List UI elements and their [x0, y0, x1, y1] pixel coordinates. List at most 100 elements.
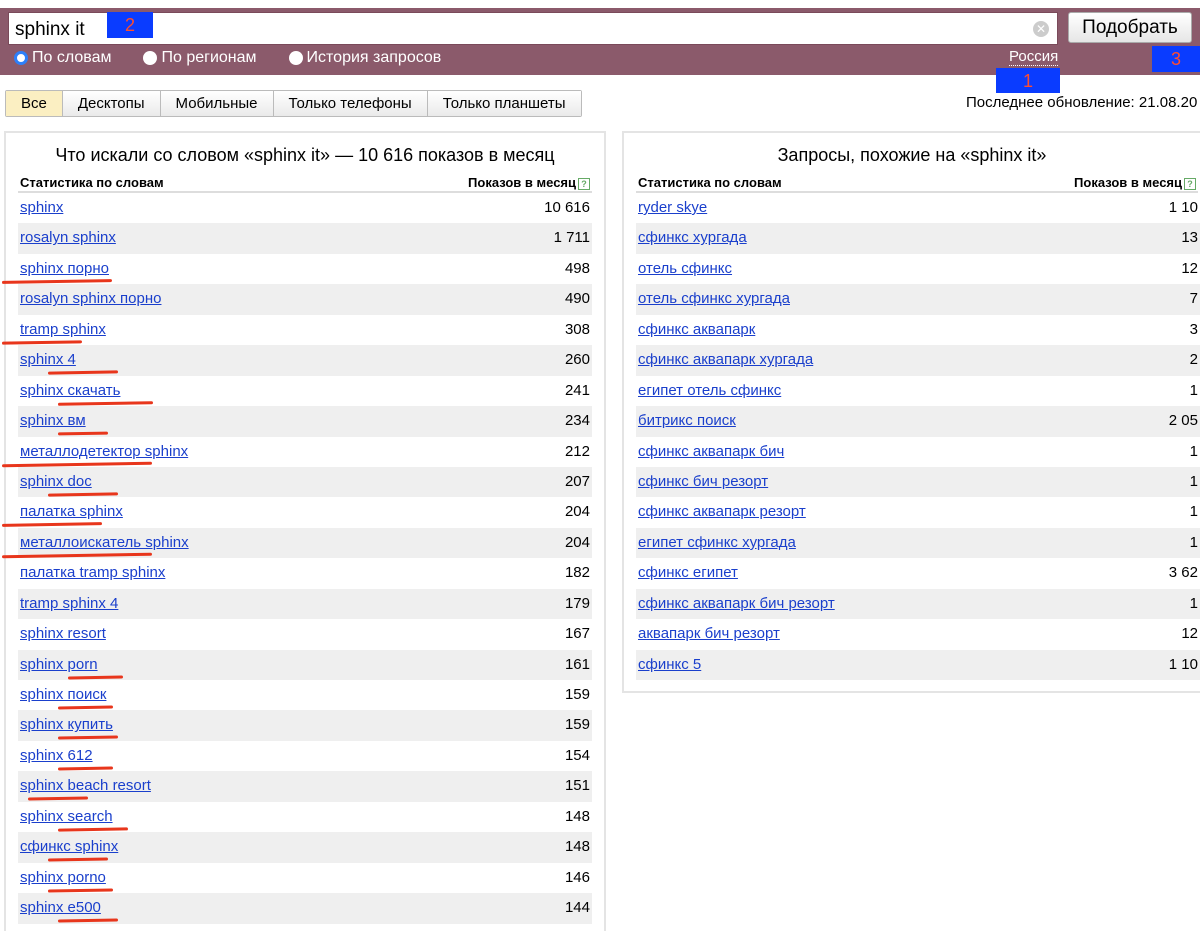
clear-icon[interactable]: ✕ [1033, 21, 1049, 37]
annotation-underline [47, 492, 119, 497]
table-row: сфинкс хургада 13 [636, 223, 1200, 254]
table-row: sphinx вм 234 [18, 406, 592, 437]
query-link[interactable]: ryder skye [636, 193, 707, 223]
query-link[interactable]: сфинкс аквапарк хургада [636, 345, 813, 375]
query-link[interactable]: палатка tramp sphinx [18, 558, 165, 588]
table-row: sphinx porn 161 [18, 649, 592, 680]
region-link[interactable]: Россия [1009, 48, 1059, 66]
table-row: sphinx 10 616 [18, 193, 592, 223]
table-row: сфинкс sphinx 148 [18, 832, 592, 863]
table-row: битрикс поиск 2 05 [636, 406, 1200, 437]
radio-label: История запросов [306, 49, 442, 66]
tab-phones[interactable]: Только телефоны [272, 91, 427, 116]
impressions-value: 144 [564, 899, 590, 917]
table-row: сфинкс аквапарк резорт 1 [636, 497, 1200, 527]
query-link[interactable]: rosalyn sphinx [18, 223, 116, 253]
radio-icon [288, 51, 303, 65]
table-body: sphinx 10 616 rosalyn sphinx 1 711 sphinx по… [1, 193, 592, 924]
table-row: сфинкс аквапарк бич 1 [636, 437, 1200, 467]
impressions-value: 154 [564, 746, 590, 764]
impressions-value: 1 [1189, 533, 1198, 551]
query-link[interactable]: сфинкс хургада [636, 223, 747, 253]
query-link[interactable]: сфинкс аквапарк резорт [636, 497, 806, 527]
annotation-underline [67, 675, 124, 680]
table-row: сфинкс 5 1 10 [636, 649, 1200, 680]
impressions-value: 1 [1189, 472, 1198, 490]
query-link[interactable]: египет отель сфинкс [636, 376, 781, 406]
table-row: sphinx скачать 241 [18, 376, 592, 406]
impressions-value: 204 [564, 533, 590, 551]
impressions-value: 148 [564, 838, 590, 856]
impressions-value: 308 [564, 320, 590, 338]
table-row: sphinx doc 207 [18, 466, 592, 498]
impressions-value: 10 616 [544, 199, 590, 216]
query-link[interactable]: отель сфинкс хургада [636, 284, 790, 314]
impressions-value: 234 [564, 412, 590, 430]
tab-desktops[interactable]: Десктопы [61, 91, 160, 116]
impressions-value: 212 [564, 442, 590, 460]
table-row: sphinx porno 146 [18, 863, 592, 893]
impressions-value: 204 [564, 503, 590, 521]
table-header: Статистика по словам Показов в месяц? [636, 175, 1198, 193]
device-tabs: Все Десктопы Мобильные Только телефоны Т… [5, 90, 582, 117]
query-link[interactable]: sphinx [18, 193, 63, 223]
tab-mobile[interactable]: Мобильные [159, 91, 273, 116]
tab-tablets[interactable]: Только планшеты [426, 91, 581, 116]
col-header: Показов в месяц [468, 175, 576, 190]
help-icon[interactable]: ? [578, 178, 590, 190]
impressions-value: 498 [564, 259, 590, 277]
query-link[interactable]: сфинкс аквапарк бич [636, 437, 784, 467]
impressions-value: 13 [1181, 229, 1198, 247]
query-link[interactable]: rosalyn sphinx порно [18, 284, 161, 314]
query-link[interactable]: сфинкс египет [636, 558, 738, 588]
table-row: rosalyn sphinx порно 490 [18, 284, 592, 315]
impressions-value: 260 [564, 351, 590, 369]
table-row: сфинкс аквапарк хургада 2 [636, 345, 1200, 376]
radio-icon [14, 51, 28, 65]
radio-label: По словам [32, 49, 112, 66]
query-link[interactable]: аквапарк бич резорт [636, 619, 780, 649]
impressions-value: 3 62 [1168, 564, 1198, 582]
impressions-value: 159 [564, 716, 590, 734]
query-link[interactable]: сфинкс бич резорт [636, 467, 768, 497]
table-row: ryder skye 1 10 [636, 193, 1200, 223]
query-link[interactable]: сфинкс аквапарк [636, 315, 755, 345]
annotation-underline [47, 370, 119, 375]
impressions-value: 161 [564, 655, 590, 673]
table-row: sphinx resort 167 [18, 619, 592, 649]
table-header: Статистика по словам Показов в месяц? [18, 175, 592, 193]
annotation-underline [57, 766, 114, 771]
annotation-underline [57, 918, 119, 923]
marker-3: 3 [1152, 46, 1200, 72]
table-row: sphinx порно 498 [1, 254, 592, 284]
table-row: sphinx 4 260 [18, 345, 592, 376]
help-icon[interactable]: ? [1184, 178, 1196, 190]
table-row: египет сфинкс хургада 1 [636, 527, 1200, 559]
radio-regions[interactable]: По регионам [143, 49, 257, 67]
radio-history[interactable]: История запросов [288, 49, 442, 67]
query-link[interactable]: sphinx resort [18, 619, 106, 649]
annotation-underline [57, 431, 109, 436]
submit-button[interactable]: Подобрать [1068, 12, 1192, 43]
impressions-value: 12 [1181, 625, 1198, 643]
col-header: Статистика по словам [638, 175, 782, 190]
table-row: сфинкс аквапарк 3 [636, 315, 1200, 345]
query-link[interactable]: отель сфинкс [636, 254, 732, 284]
query-link[interactable]: tramp sphinx 4 [18, 589, 118, 619]
left-panel: Что искали со словом «sphinx it» — 10 61… [1, 131, 606, 931]
table-row: палатка sphinx 204 [1, 497, 592, 528]
search-input[interactable]: sphinx it ✕ [8, 12, 1058, 45]
table-row: sphinx search 148 [18, 802, 592, 832]
query-link[interactable]: сфинкс аквапарк бич резорт [636, 589, 835, 619]
impressions-value: 159 [564, 686, 590, 703]
query-link[interactable]: битрикс поиск [636, 406, 736, 436]
table-row: sphinx поиск 159 [18, 680, 592, 710]
query-link[interactable]: сфинкс 5 [636, 650, 701, 680]
radio-words[interactable]: По словам [14, 49, 111, 67]
query-link[interactable]: египет сфинкс хургада [636, 528, 796, 558]
col-header: Статистика по словам [20, 175, 164, 190]
impressions-value: 207 [564, 472, 590, 490]
table-row: sphinx beach resort 151 [18, 771, 592, 802]
table-row: отель сфинкс 12 [636, 254, 1200, 284]
tab-all[interactable]: Все [6, 91, 62, 116]
